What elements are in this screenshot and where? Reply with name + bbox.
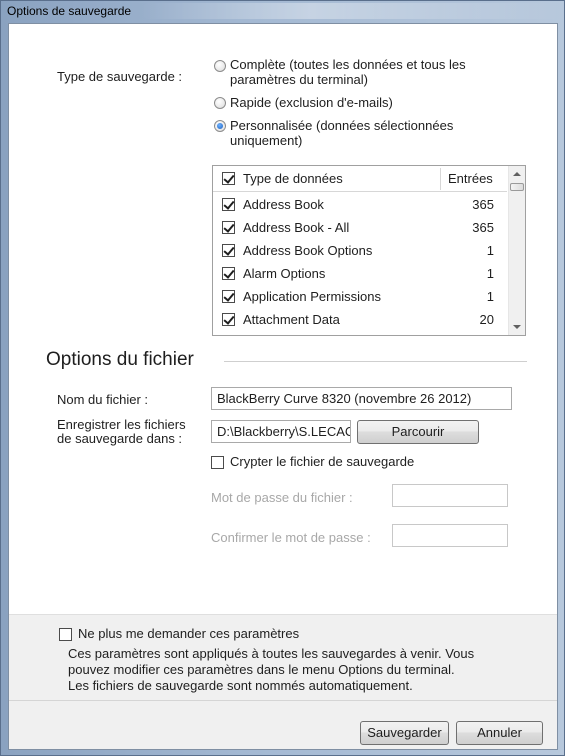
list-item-checkbox[interactable] (222, 313, 235, 326)
scroll-down-icon[interactable] (513, 325, 521, 329)
encrypt-checkbox[interactable] (211, 456, 224, 469)
list-item-checkbox[interactable] (222, 290, 235, 303)
list-item[interactable]: Application Permissions 1 (213, 285, 507, 308)
list-item-count: 1 (486, 266, 494, 281)
radio-complete-label[interactable]: Complète (toutes les données et tous les… (230, 57, 466, 87)
data-type-list[interactable]: Type de données Entrées Address Book 365… (212, 165, 526, 336)
list-item[interactable]: Address Book Options 1 (213, 239, 507, 262)
save-folder-input[interactable]: D:\Blackberry\S.LECACH (211, 420, 351, 443)
list-item[interactable]: Alarm Options 1 (213, 262, 507, 285)
list-item-checkbox[interactable] (222, 221, 235, 234)
filename-label: Nom du fichier : (57, 392, 149, 407)
list-item[interactable]: Address Book 365 (213, 193, 507, 216)
encrypt-label[interactable]: Crypter le fichier de sauvegarde (230, 454, 414, 469)
dialog-content: Type de sauvegarde : Complète (toutes le… (8, 23, 558, 750)
list-item-name: Address Book Options (243, 243, 373, 258)
dialog-window: Options de sauvegarde Type de sauvegarde… (0, 0, 565, 756)
section-divider (224, 361, 527, 362)
filename-input[interactable]: BlackBerry Curve 8320 (novembre 26 2012) (211, 387, 512, 410)
scroll-up-icon[interactable] (513, 172, 521, 176)
radio-quick-label[interactable]: Rapide (exclusion d'e-mails) (230, 95, 393, 110)
dont-ask-checkbox[interactable] (59, 628, 72, 641)
browse-button[interactable]: Parcourir (357, 420, 479, 444)
list-item-name: Address Book - All (243, 220, 350, 235)
radio-complete[interactable] (214, 60, 226, 72)
select-all-checkbox[interactable] (222, 172, 235, 185)
password-input[interactable] (392, 484, 508, 507)
list-header: Type de données Entrées (213, 166, 507, 192)
confirm-password-label: Confirmer le mot de passe : (211, 530, 371, 545)
list-scrollbar[interactable] (508, 166, 525, 335)
list-item-checkbox[interactable] (222, 198, 235, 211)
header-data-type[interactable]: Type de données (243, 171, 343, 186)
radio-custom-label[interactable]: Personnalisée (données sélectionnées uni… (230, 118, 453, 148)
list-item[interactable]: Attachment Data 20 (213, 308, 507, 331)
list-item-count: 1 (486, 289, 494, 304)
radio-custom[interactable] (214, 120, 226, 132)
list-item[interactable]: Address Book - All 365 (213, 216, 507, 239)
file-options-title: Options du fichier (46, 349, 194, 370)
window-title: Options de sauvegarde (7, 4, 132, 18)
list-item-name: Address Book (243, 197, 324, 212)
list-item-name: Alarm Options (243, 266, 326, 281)
scroll-thumb[interactable] (510, 183, 524, 191)
list-item-checkbox[interactable] (222, 244, 235, 257)
list-item-partial[interactable] (213, 331, 507, 335)
save-button[interactable]: Sauvegarder (360, 721, 449, 745)
save-in-label: Enregistrer les fichiers de sauvegarde d… (57, 417, 186, 446)
header-separator (440, 168, 441, 190)
dont-ask-label[interactable]: Ne plus me demander ces paramètres (78, 626, 299, 641)
title-bar-glare (141, 3, 561, 19)
header-entries[interactable]: Entrées (448, 171, 493, 186)
list-item-checkbox[interactable] (222, 267, 235, 280)
list-item-name: Application Permissions (243, 289, 382, 304)
backup-type-label: Type de sauvegarde : (57, 69, 183, 84)
notice-text: Ces paramètres sont appliqués à toutes l… (68, 646, 475, 693)
list-item-count: 20 (479, 312, 494, 327)
footer-divider (9, 700, 557, 701)
list-item-name: Attachment Data (243, 312, 340, 327)
list-item-count: 365 (472, 197, 494, 212)
list-item-count: 365 (472, 220, 494, 235)
password-label: Mot de passe du fichier : (211, 490, 353, 505)
confirm-password-input[interactable] (392, 524, 508, 547)
cancel-button[interactable]: Annuler (456, 721, 543, 745)
list-item-count: 1 (486, 243, 494, 258)
title-bar[interactable]: Options de sauvegarde (1, 1, 564, 22)
radio-quick[interactable] (214, 97, 226, 109)
